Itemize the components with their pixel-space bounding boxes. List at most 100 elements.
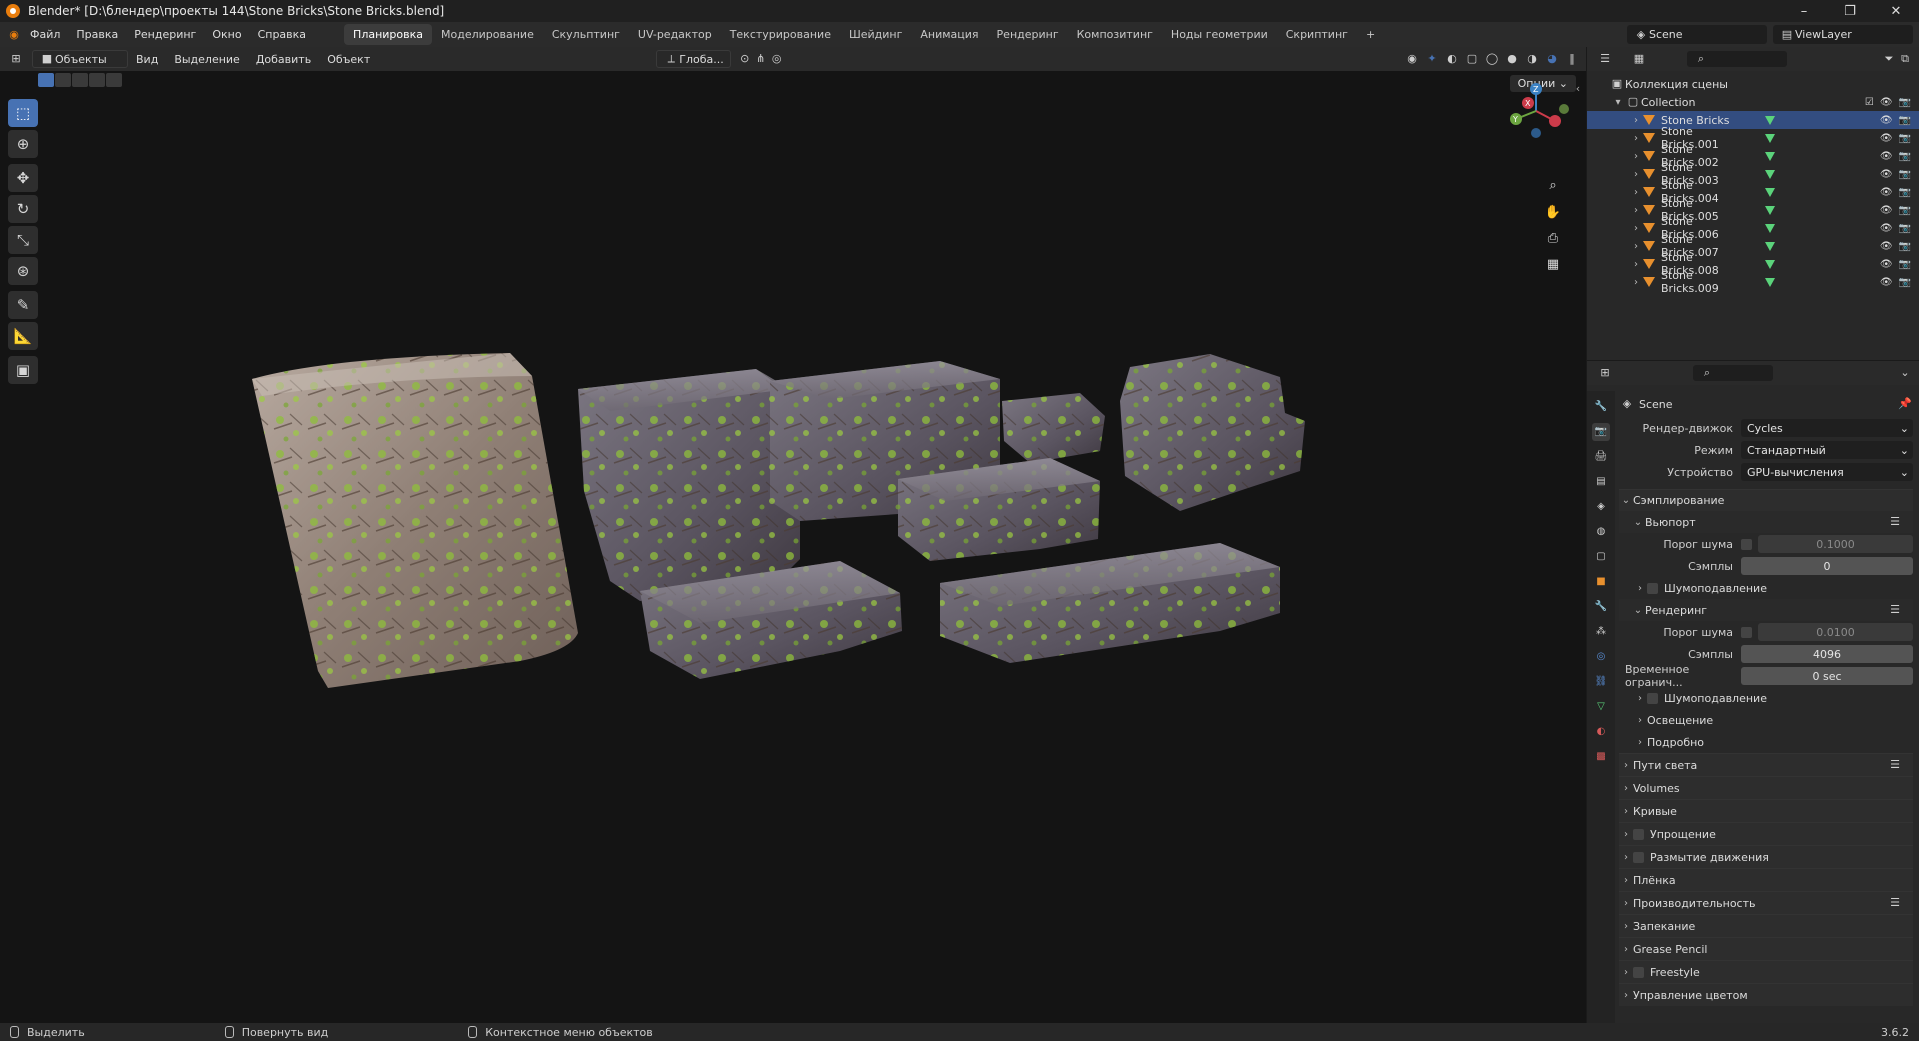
tab-sculpting[interactable]: Скульптинг: [543, 24, 629, 45]
lighting-label[interactable]: Освещение: [1647, 714, 1713, 727]
pivot-icon[interactable]: ⊙: [737, 51, 753, 67]
render-camera-icon[interactable]: 📷: [1899, 205, 1911, 216]
render-camera-icon[interactable]: 📷: [1899, 187, 1911, 198]
preset-list-icon[interactable]: ☰: [1887, 895, 1903, 911]
menu-render[interactable]: Рендеринг: [126, 28, 204, 41]
time-limit-field[interactable]: 0 sec: [1741, 667, 1913, 685]
chevron-right-icon[interactable]: ›: [1629, 169, 1643, 180]
view-layer-selector[interactable]: ▤ ViewLayer: [1773, 25, 1913, 44]
chevron-right-icon[interactable]: ›: [1629, 205, 1643, 216]
advanced-label[interactable]: Подробно: [1647, 736, 1704, 749]
chevron-right-icon[interactable]: ›: [1629, 187, 1643, 198]
outliner-item[interactable]: › Stone Bricks.003 👁 📷: [1587, 161, 1919, 187]
menu-edit[interactable]: Правка: [68, 28, 126, 41]
chevron-right-icon[interactable]: ›: [1633, 715, 1647, 726]
render-engine-dropdown[interactable]: Cycles ⌄: [1741, 419, 1913, 437]
texture-tab-icon[interactable]: ▩: [1592, 748, 1610, 766]
tab-texture-paint[interactable]: Текстурирование: [721, 24, 840, 45]
render-camera-icon[interactable]: 📷: [1899, 241, 1911, 252]
viewport-noise-field[interactable]: 0.1000: [1758, 535, 1913, 553]
tab-rendering[interactable]: Рендеринг: [988, 24, 1068, 45]
material-tab-icon[interactable]: ◐: [1592, 723, 1610, 741]
world-tab-icon[interactable]: ◍: [1592, 523, 1610, 541]
viewport-samples-field[interactable]: 0: [1741, 557, 1913, 575]
render-noise-field[interactable]: 0.0100: [1758, 623, 1913, 641]
constraints-tab-icon[interactable]: ⛓: [1592, 673, 1610, 691]
chevron-right-icon[interactable]: ›: [1629, 115, 1643, 126]
chevron-right-icon[interactable]: ›: [1629, 259, 1643, 270]
panel-checkbox[interactable]: [1633, 851, 1644, 863]
visibility-eye-icon[interactable]: 👁: [1880, 151, 1893, 162]
chevron-right-icon[interactable]: ›: [1633, 737, 1647, 748]
solid-shading-icon[interactable]: ●: [1504, 51, 1520, 67]
tab-shading[interactable]: Шейдинг: [840, 24, 911, 45]
modifier-tab-icon[interactable]: 🔧: [1592, 598, 1610, 616]
sidebar-toggle-icon[interactable]: ‹: [1570, 81, 1586, 97]
new-collection-icon[interactable]: ⧉: [1897, 51, 1913, 67]
viewport-noise-checkbox[interactable]: [1741, 538, 1752, 550]
add-workspace-button[interactable]: +: [1357, 24, 1384, 45]
menu-select[interactable]: Выделение: [166, 53, 248, 66]
visibility-eye-icon[interactable]: 👁: [1880, 169, 1893, 180]
tab-animation[interactable]: Анимация: [911, 24, 987, 45]
tool-tab-icon[interactable]: 🔧: [1592, 398, 1610, 416]
device-dropdown[interactable]: GPU-вычисления ⌄: [1741, 463, 1913, 481]
chevron-right-icon[interactable]: ›: [1633, 583, 1647, 594]
outliner-item[interactable]: › Stone Bricks 👁 📷: [1587, 111, 1919, 129]
visibility-eye-icon[interactable]: 👁: [1880, 277, 1893, 288]
render-tab-icon[interactable]: 📷: [1592, 423, 1610, 441]
wireframe-shading-icon[interactable]: ◯: [1484, 51, 1500, 67]
outliner-item[interactable]: › Stone Bricks.007 👁 📷: [1587, 233, 1919, 259]
visibility-icon[interactable]: ◉: [1404, 51, 1420, 67]
collection-row[interactable]: ▾ ▢ Collection ☑ 👁 📷: [1587, 93, 1919, 111]
chevron-down-icon[interactable]: ⌄: [1897, 365, 1913, 381]
material-shading-icon[interactable]: ◑: [1524, 51, 1540, 67]
visibility-eye-icon[interactable]: 👁: [1880, 259, 1893, 270]
properties-search-input[interactable]: ⌕: [1693, 365, 1773, 381]
chevron-right-icon[interactable]: ›: [1629, 151, 1643, 162]
outliner-item[interactable]: › Stone Bricks.006 👁 📷: [1587, 215, 1919, 241]
collapsed-panel-header[interactable]: › Пути света ☰: [1619, 753, 1913, 776]
collapsed-panel-header[interactable]: › Упрощение: [1619, 822, 1913, 845]
preset-list-icon[interactable]: ☰: [1887, 757, 1903, 773]
outliner-item[interactable]: › Stone Bricks.002 👁 📷: [1587, 143, 1919, 169]
render-camera-icon[interactable]: 📷: [1899, 133, 1911, 144]
mode-dropdown[interactable]: ■ Объекты: [32, 50, 128, 68]
orientation-dropdown[interactable]: ⟂ Глоба...: [656, 50, 731, 68]
sampling-panel-header[interactable]: ⌄ Сэмплирование: [1619, 489, 1913, 511]
chevron-right-icon[interactable]: ›: [1629, 223, 1643, 234]
visibility-eye-icon[interactable]: 👁: [1880, 205, 1893, 216]
feature-set-dropdown[interactable]: Стандартный ⌄: [1741, 441, 1913, 459]
visibility-eye-icon[interactable]: 👁: [1880, 97, 1893, 108]
xray-icon[interactable]: ▢: [1464, 51, 1480, 67]
render-camera-icon[interactable]: 📷: [1899, 151, 1911, 162]
blender-menu-icon[interactable]: ◉: [6, 27, 22, 43]
visibility-eye-icon[interactable]: 👁: [1880, 223, 1893, 234]
editor-type-icon[interactable]: ⊞: [8, 51, 24, 67]
scene-selector[interactable]: ◈ Scene: [1627, 25, 1767, 44]
outliner-item[interactable]: › Stone Bricks.004 👁 📷: [1587, 179, 1919, 205]
outliner-item[interactable]: › Stone Bricks.009 👁 📷: [1587, 269, 1919, 295]
outliner-item[interactable]: › Stone Bricks.001 👁 📷: [1587, 125, 1919, 151]
visibility-eye-icon[interactable]: 👁: [1880, 187, 1893, 198]
collapsed-panel-header[interactable]: › Производительность ☰: [1619, 891, 1913, 914]
close-button[interactable]: ✕: [1873, 4, 1919, 19]
menu-object[interactable]: Объект: [319, 53, 378, 66]
outliner-search-input[interactable]: ⌕: [1687, 51, 1787, 67]
properties-editor-icon[interactable]: ⊞: [1597, 365, 1613, 381]
output-tab-icon[interactable]: 🖨: [1592, 448, 1610, 466]
scene-tab-icon[interactable]: ◈: [1592, 498, 1610, 516]
display-mode-icon[interactable]: ▦: [1631, 51, 1647, 67]
collapsed-panel-header[interactable]: › Grease Pencil: [1619, 937, 1913, 960]
view-layer-tab-icon[interactable]: ▤: [1592, 473, 1610, 491]
particles-tab-icon[interactable]: ⁂: [1592, 623, 1610, 641]
render-camera-icon[interactable]: 📷: [1899, 277, 1911, 288]
menu-view[interactable]: Вид: [128, 53, 166, 66]
collapsed-panel-header[interactable]: › Плёнка: [1619, 868, 1913, 891]
render-denoise-checkbox[interactable]: [1647, 692, 1658, 704]
outliner-editor-icon[interactable]: ☰: [1597, 51, 1613, 67]
collapsed-panel-header[interactable]: › Volumes: [1619, 776, 1913, 799]
render-camera-icon[interactable]: 📷: [1899, 259, 1911, 270]
tab-layout[interactable]: Планировка: [344, 24, 433, 45]
panel-checkbox[interactable]: [1633, 966, 1644, 978]
